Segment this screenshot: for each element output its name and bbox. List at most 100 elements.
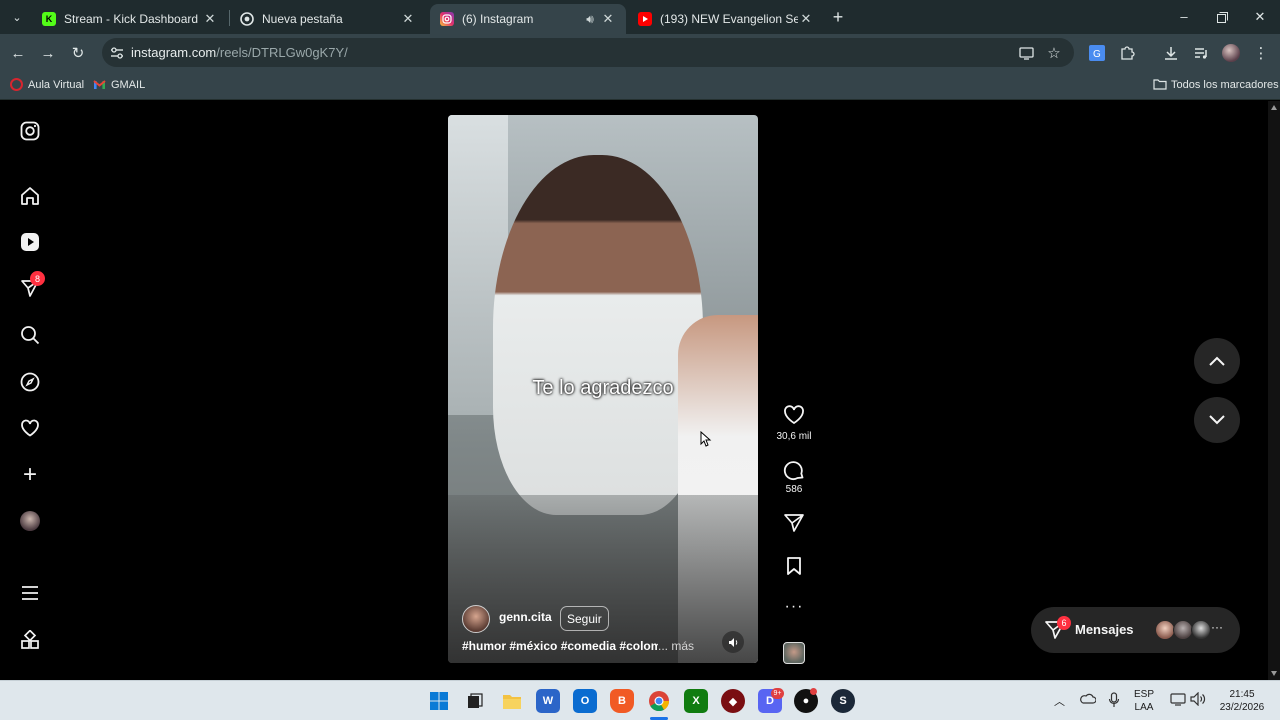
more-options-icon[interactable]: ··· xyxy=(782,598,806,616)
tray-overflow-icon[interactable]: ︿ xyxy=(1054,693,1065,709)
instagram-logo-icon[interactable] xyxy=(18,119,42,143)
bookmarks-bar: Aula Virtual GMAIL Todos los marcadores xyxy=(0,72,1280,100)
clock-date: 23/2/2026 xyxy=(1219,702,1265,713)
notifications-badge: 8 xyxy=(30,271,45,286)
next-reel-button[interactable] xyxy=(1194,397,1240,443)
bookmark-star-icon[interactable]: ☆ xyxy=(1044,43,1064,63)
app-red-icon[interactable]: ◆ xyxy=(721,689,745,713)
input-language[interactable]: ESP LAA xyxy=(1134,688,1154,714)
more-avatars-icon: ··· xyxy=(1211,620,1223,634)
xbox-icon[interactable]: X xyxy=(684,689,708,713)
file-explorer-icon[interactable] xyxy=(500,689,524,713)
heart-notifications-icon[interactable] xyxy=(18,416,42,440)
save-bookmark-icon[interactable] xyxy=(782,556,806,581)
mouse-cursor-icon xyxy=(700,430,712,452)
outlook-icon[interactable]: O xyxy=(573,689,597,713)
reload-icon[interactable]: ↻ xyxy=(68,43,88,63)
back-icon[interactable]: ← xyxy=(8,43,28,63)
download-icon[interactable] xyxy=(1161,43,1181,63)
microphone-icon[interactable] xyxy=(1108,692,1120,711)
messages-label: Mensajes xyxy=(1075,622,1134,637)
video-lower-shade xyxy=(448,495,758,663)
share-icon[interactable] xyxy=(782,513,806,538)
tab-youtube[interactable]: (193) NEW Evangelion Series Ar ✕ xyxy=(628,4,824,34)
obs-alert-dot xyxy=(810,688,817,695)
page-scrollbar[interactable] xyxy=(1268,101,1280,680)
more-menu-icon[interactable] xyxy=(18,581,42,605)
also-from-meta-icon[interactable] xyxy=(18,628,42,652)
keyboard-layout: LAA xyxy=(1134,702,1154,713)
scroll-up-arrow-icon[interactable] xyxy=(1271,105,1277,110)
aula-virtual-icon xyxy=(10,78,23,91)
steam-icon[interactable]: S xyxy=(831,689,855,713)
create-plus-icon[interactable]: + xyxy=(18,461,42,488)
network-icon[interactable] xyxy=(1170,692,1186,709)
tab-search-chevron-icon[interactable]: ⌄ xyxy=(7,7,27,27)
tab-strip: ⌄ K Stream - Kick Dashboard ✕ Nueva pest… xyxy=(0,0,1280,34)
tab-title: Stream - Kick Dashboard xyxy=(64,12,199,26)
tab-kick[interactable]: K Stream - Kick Dashboard ✕ xyxy=(32,4,228,34)
close-tab-icon[interactable]: ✕ xyxy=(400,11,416,27)
comment-icon[interactable] xyxy=(782,459,806,486)
clock[interactable]: 21:45 23/2/2026 xyxy=(1214,688,1270,714)
extensions-icon[interactable] xyxy=(1117,43,1137,63)
speaker-icon[interactable]: 🔊︎ xyxy=(580,12,600,27)
close-window-icon[interactable]: ✕ xyxy=(1250,7,1270,27)
author-username[interactable]: genn.cita xyxy=(499,610,552,624)
mute-toggle-icon[interactable] xyxy=(722,631,744,653)
home-icon[interactable] xyxy=(18,184,42,208)
author-avatar[interactable] xyxy=(462,605,490,633)
all-bookmarks-label: Todos los marcadores xyxy=(1171,78,1279,91)
like-count: 30,6 mil xyxy=(776,431,812,442)
brave-browser-icon[interactable]: B xyxy=(610,689,634,713)
direct-messages-icon[interactable]: 8 xyxy=(18,271,45,300)
translate-icon[interactable]: G xyxy=(1087,43,1107,63)
tab-new-tab[interactable]: Nueva pestaña ✕ xyxy=(230,4,426,34)
bookmark-aula-virtual[interactable]: Aula Virtual xyxy=(10,78,84,91)
messages-pill[interactable]: 6 Mensajes ··· xyxy=(1031,607,1240,653)
windows-taskbar: W O B X ◆ D 9+ ● S ︿ ESP LAA 21:45 23/2/… xyxy=(0,680,1280,720)
url-text: instagram.com/reels/DTRLGw0gK7Y/ xyxy=(131,45,348,60)
chrome-icon xyxy=(240,12,254,26)
close-tab-icon[interactable]: ✕ xyxy=(202,11,218,27)
new-tab-icon[interactable]: + xyxy=(828,7,848,27)
site-info-icon[interactable] xyxy=(107,43,127,63)
kick-icon: K xyxy=(42,12,56,26)
tab-title: Nueva pestaña xyxy=(262,12,343,26)
install-app-icon[interactable] xyxy=(1016,43,1036,63)
profile-avatar-nav[interactable] xyxy=(18,509,42,533)
menu-kebab-icon[interactable]: ⋮ xyxy=(1251,43,1271,63)
audio-thumbnail[interactable] xyxy=(783,642,805,664)
explore-icon[interactable] xyxy=(18,370,42,394)
word-icon[interactable]: W xyxy=(536,689,560,713)
follow-button[interactable]: Seguir xyxy=(560,606,609,631)
close-tab-icon[interactable]: ✕ xyxy=(798,11,814,27)
caption-overlay: Te lo agradezco xyxy=(532,377,674,399)
bookmark-gmail[interactable]: GMAIL xyxy=(93,78,145,91)
minimize-icon[interactable]: – xyxy=(1174,6,1194,26)
windows-start-icon[interactable] xyxy=(427,689,451,713)
media-control-icon[interactable] xyxy=(1191,43,1211,63)
tab-instagram[interactable]: (6) Instagram 🔊︎ ✕ xyxy=(430,4,626,34)
toolbar: ← → ↻ instagram.com/reels/DTRLGw0gK7Y/ ☆… xyxy=(0,34,1280,72)
maximize-icon[interactable] xyxy=(1212,7,1232,27)
profile-avatar[interactable] xyxy=(1221,43,1241,63)
more-link[interactable]: ... más xyxy=(658,639,694,653)
chrome-taskbar-icon[interactable] xyxy=(647,689,671,713)
volume-icon[interactable] xyxy=(1190,691,1206,709)
task-view-icon[interactable] xyxy=(463,689,487,713)
close-tab-icon[interactable]: ✕ xyxy=(600,11,616,27)
like-icon[interactable] xyxy=(782,405,806,430)
discord-badge: 9+ xyxy=(771,688,784,699)
onedrive-icon[interactable] xyxy=(1080,692,1097,709)
previous-reel-button[interactable] xyxy=(1194,338,1240,384)
all-bookmarks[interactable]: Todos los marcadores xyxy=(1153,78,1279,91)
address-bar[interactable]: instagram.com/reels/DTRLGw0gK7Y/ ☆ xyxy=(102,38,1074,67)
reel-video[interactable]: Te lo agradezco genn.cita Seguir #humor … xyxy=(448,115,758,663)
instagram-icon xyxy=(440,12,454,26)
search-icon[interactable] xyxy=(18,323,42,347)
forward-icon[interactable]: → xyxy=(38,43,58,63)
reel-hashtags: #humor #méxico #comedia #colomb xyxy=(462,639,658,653)
scroll-down-arrow-icon[interactable] xyxy=(1271,671,1277,676)
reels-icon[interactable] xyxy=(18,230,42,254)
